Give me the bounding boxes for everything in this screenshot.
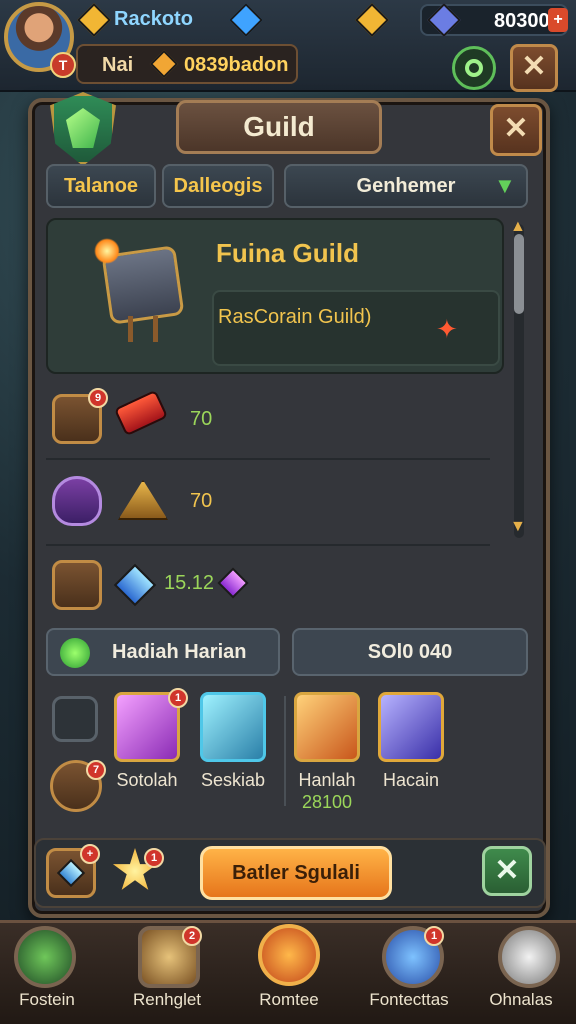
gem-count: 80300	[494, 10, 550, 32]
nav-fostein-label[interactable]: Fostein	[0, 990, 102, 1010]
nav-fontecttas-badge: 1	[424, 926, 444, 946]
nav-renhglet-label[interactable]: Renhglet	[112, 990, 222, 1010]
gem-counter[interactable]: 80300 +	[420, 3, 568, 37]
scrollbar-thumb[interactable]	[514, 234, 524, 314]
daily-reward-label: Hadiah Harian	[112, 641, 247, 663]
item-sotolah-label: Sotolah	[116, 770, 178, 790]
row1-badge: 9	[88, 388, 108, 408]
item-hacain[interactable]	[378, 692, 444, 762]
chest-icon	[149, 49, 179, 79]
item-hanlah-value: 28100	[301, 792, 353, 812]
scroll-down-icon[interactable]: ▼	[510, 518, 526, 536]
sun-badge: 1	[144, 848, 164, 868]
gold-icon	[77, 3, 111, 37]
player-level-badge: T	[50, 52, 76, 78]
target-icon[interactable]	[452, 46, 496, 90]
guild-name: Fuina Guild	[216, 238, 359, 268]
money-icon	[60, 638, 90, 668]
nav-wolf-icon[interactable]	[498, 926, 560, 988]
nav-shield-icon[interactable]	[258, 924, 320, 986]
row3-tool-icon[interactable]	[52, 560, 102, 610]
guild-emblem-icon	[88, 232, 200, 348]
divider	[46, 544, 490, 546]
resource-pill: Nai 0839badon	[76, 44, 298, 84]
tab-dalleogis[interactable]: Dalleogis	[162, 164, 274, 208]
nav-fontecttas-label[interactable]: Fontecttas	[354, 990, 464, 1010]
item-hanlah[interactable]	[294, 692, 360, 762]
scroll-up-icon[interactable]: ▲	[510, 218, 526, 236]
item-sotolah-badge: 1	[168, 688, 188, 708]
chevron-down-icon: ▼	[494, 173, 516, 198]
nav-leaf-icon[interactable]	[14, 926, 76, 988]
tool-slot-icon[interactable]	[52, 696, 98, 742]
item-seskiab[interactable]	[200, 692, 266, 762]
item-hanlah-label: Hanlah	[298, 770, 356, 790]
crystal-slot-badge: +	[80, 844, 100, 864]
resource-value: 0839badon	[184, 54, 289, 76]
item-hacain-label: Hacain	[382, 770, 440, 790]
battle-squad-button[interactable]: Batler Sgulali	[200, 846, 392, 900]
tab-genhemer-label: Genhemer	[356, 175, 456, 197]
row2-shield-icon[interactable]	[52, 476, 102, 526]
star-icon: ✦	[436, 314, 458, 344]
row1-value: 70	[190, 408, 213, 430]
guild-subtitle: RasCorain Guild)	[218, 306, 372, 328]
nav-ohnalas-label[interactable]: Ohnalas	[466, 990, 576, 1010]
daily-reward-value[interactable]: SOl0 040	[292, 628, 528, 676]
nav-renhglet-badge: 2	[182, 926, 202, 946]
resource-label: Nai	[102, 54, 134, 76]
row2-value: 70	[190, 490, 213, 512]
player-name: Rackoto	[114, 8, 193, 30]
daily-reward-bar[interactable]: Hadiah Harian	[46, 628, 280, 676]
item-seskiab-label: Seskiab	[200, 770, 266, 790]
divider	[46, 458, 490, 460]
row3-value: 15.12	[164, 572, 215, 594]
confirm-close-button[interactable]: ✕	[482, 846, 532, 896]
nav-romtee-label[interactable]: Romtee	[234, 990, 344, 1010]
tab-genhemer[interactable]: Genhemer ▼	[284, 164, 528, 208]
close-panel-button[interactable]: ✕	[490, 104, 542, 156]
crystal-icon	[427, 3, 461, 37]
add-gems-button[interactable]: +	[548, 8, 568, 32]
tab-talanoe[interactable]: Talanoe	[46, 164, 156, 208]
panel-title: Guild	[176, 100, 382, 154]
close-top-button[interactable]: ✕	[510, 44, 558, 92]
